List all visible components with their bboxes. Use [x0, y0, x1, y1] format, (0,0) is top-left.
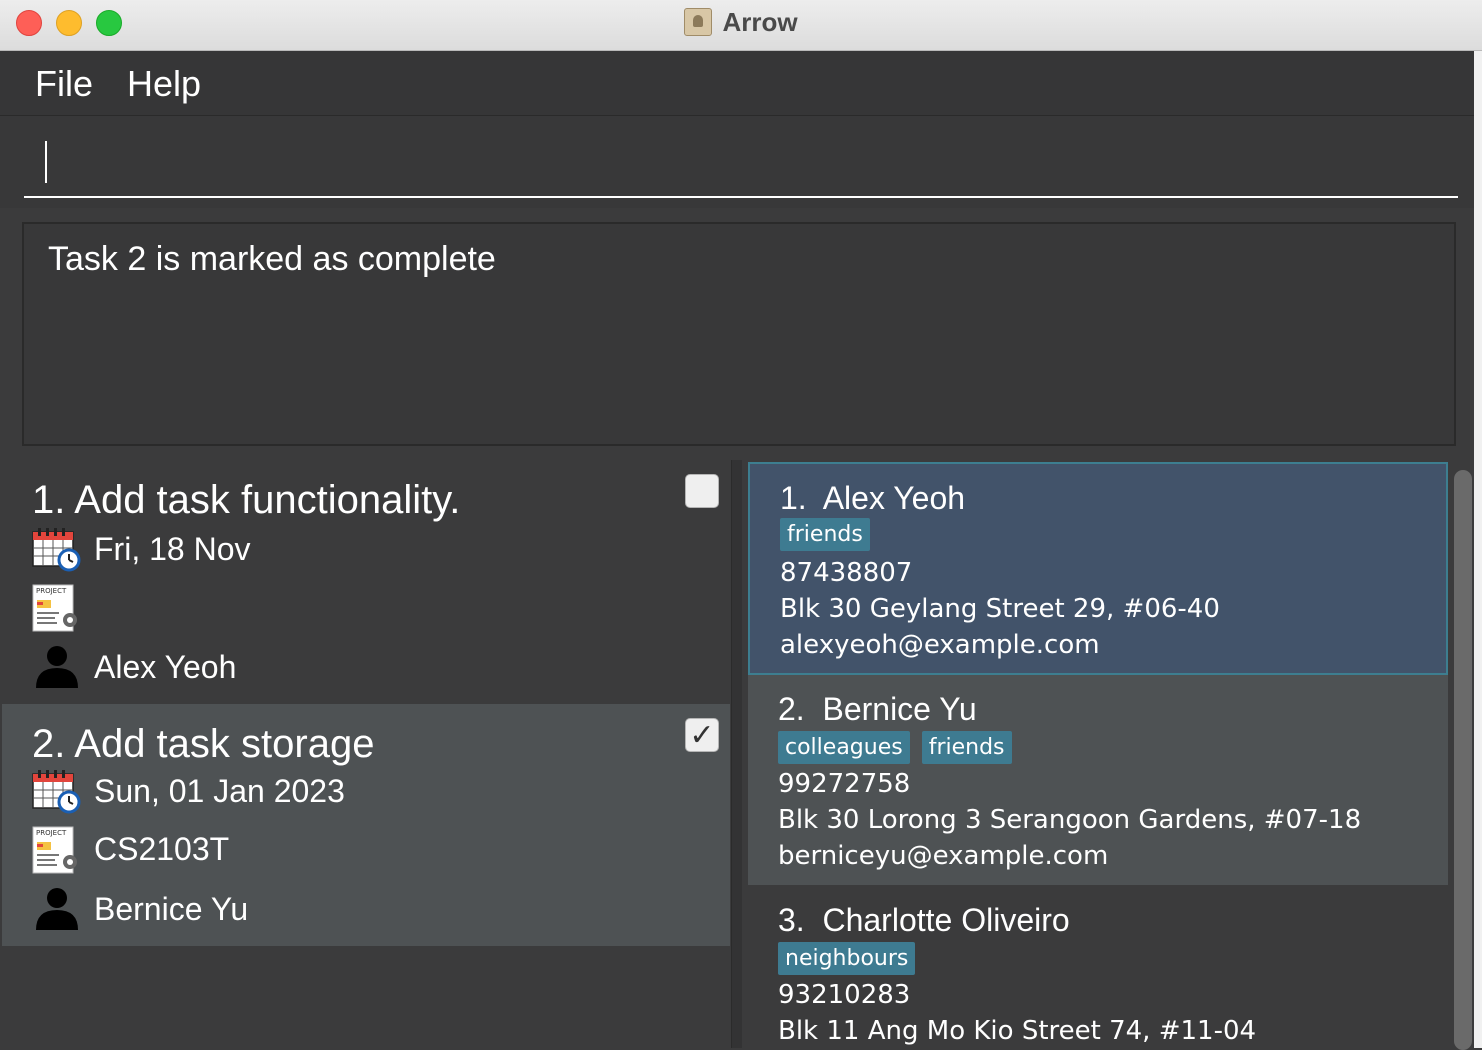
- person-name: 3. Charlotte Oliveiro: [778, 902, 1070, 939]
- person-index: 3.: [778, 902, 805, 938]
- project-document-icon: PROJECT: [32, 584, 82, 632]
- window-title-group: Arrow: [0, 0, 1482, 44]
- person-address: Blk 30 Lorong 3 Serangoon Gardens, #07-1…: [778, 805, 1362, 835]
- result-message: Task 2 is marked as complete: [48, 240, 496, 278]
- tag-list: friends: [780, 518, 870, 551]
- task-date: Sun, 01 Jan 2023: [94, 772, 345, 809]
- split-pane-divider[interactable]: [731, 460, 742, 1048]
- task-project-row: PROJECT CS2103T: [32, 826, 230, 874]
- window-edge: [1474, 51, 1482, 1048]
- person-name-text: Charlotte Oliveiro: [822, 902, 1070, 938]
- task-date-row: Sun, 01 Jan 2023: [32, 768, 345, 814]
- person-name-text: Bernice Yu: [822, 691, 977, 727]
- task-project: CS2103T: [94, 830, 230, 867]
- person-card[interactable]: 2. Bernice Yu colleagues friends 9927275…: [748, 675, 1448, 885]
- tag-list: colleagues friends: [778, 731, 1012, 764]
- task-project-row: PROJECT: [32, 584, 94, 632]
- app-contact-icon: [684, 8, 713, 36]
- command-input[interactable]: [24, 128, 1458, 198]
- title-bar: Arrow: [0, 0, 1482, 51]
- task-assignee: Bernice Yu: [94, 890, 249, 927]
- person-address: Blk 30 Geylang Street 29, #06-40: [780, 594, 1220, 624]
- person-address: Blk 11 Ang Mo Kio Street 74, #11-04: [778, 1016, 1257, 1046]
- person-phone: 99272758: [778, 769, 911, 799]
- svg-text:PROJECT: PROJECT: [36, 829, 67, 837]
- checkmark-icon: ✓: [689, 717, 715, 753]
- person-icon: [32, 886, 82, 932]
- tag-list: neighbours: [778, 942, 916, 975]
- task-card[interactable]: 2. Add task storage ✓ Sun, 01 Jan 2023 P…: [2, 704, 730, 946]
- person-index: 1.: [780, 480, 807, 516]
- project-document-icon: PROJECT: [32, 826, 82, 874]
- task-date: Fri, 18 Nov: [94, 530, 251, 567]
- command-box-area: [0, 116, 1482, 208]
- tag: friends: [921, 731, 1012, 764]
- menu-bar: File Help: [0, 51, 1482, 116]
- result-display: Task 2 is marked as complete: [22, 222, 1456, 446]
- text-caret: [45, 141, 47, 183]
- main-panels: 1. Add task functionality. Fri, 18 Nov P…: [0, 460, 1482, 1048]
- calendar-clock-icon: [32, 526, 82, 572]
- person-card[interactable]: 3. Charlotte Oliveiro neighbours 9321028…: [748, 886, 1448, 1048]
- task-complete-checkbox[interactable]: [685, 474, 719, 508]
- person-phone: 87438807: [780, 558, 913, 588]
- svg-text:PROJECT: PROJECT: [36, 587, 67, 595]
- task-assignee: Alex Yeoh: [94, 648, 237, 685]
- person-card[interactable]: 1. Alex Yeoh friends 87438807 Blk 30 Gey…: [748, 462, 1448, 675]
- menu-file[interactable]: File: [35, 63, 93, 105]
- task-date-row: Fri, 18 Nov: [32, 526, 250, 572]
- person-icon: [32, 644, 82, 690]
- tag: neighbours: [778, 942, 916, 975]
- person-list[interactable]: 1. Alex Yeoh friends 87438807 Blk 30 Gey…: [748, 462, 1450, 1048]
- person-email: alexyeoh@example.com: [780, 630, 1100, 660]
- task-title: 1. Add task functionality.: [32, 478, 461, 522]
- person-name-text: Alex Yeoh: [822, 480, 966, 516]
- tag: colleagues: [778, 731, 910, 764]
- person-name: 1. Alex Yeoh: [780, 480, 965, 517]
- tag: friends: [780, 518, 870, 551]
- person-phone: 93210283: [778, 980, 911, 1010]
- task-complete-checkbox[interactable]: ✓: [685, 717, 719, 753]
- window-title: Arrow: [722, 6, 798, 37]
- task-assignee-row: Bernice Yu: [32, 886, 248, 932]
- person-name: 2. Bernice Yu: [778, 691, 977, 728]
- menu-help[interactable]: Help: [127, 63, 201, 105]
- person-email: berniceyu@example.com: [778, 841, 1109, 871]
- calendar-clock-icon: [32, 768, 82, 814]
- task-list[interactable]: 1. Add task functionality. Fri, 18 Nov P…: [2, 460, 730, 1048]
- task-title: 2. Add task storage: [32, 722, 375, 766]
- task-card[interactable]: 1. Add task functionality. Fri, 18 Nov P…: [2, 460, 730, 702]
- task-assignee-row: Alex Yeoh: [32, 644, 236, 690]
- scrollbar-thumb[interactable]: [1454, 470, 1472, 1050]
- person-index: 2.: [778, 691, 805, 727]
